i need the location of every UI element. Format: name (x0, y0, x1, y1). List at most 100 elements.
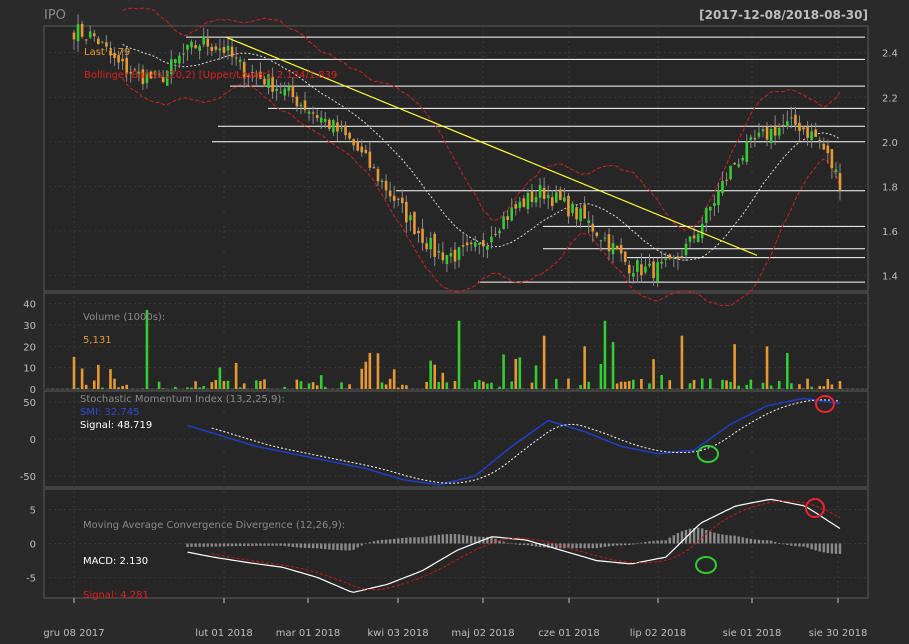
volume-bar (567, 378, 570, 389)
candle-body (287, 86, 291, 91)
macd-signal-value: Signal: 4.281 (83, 590, 149, 601)
macd-histogram-bar (790, 543, 793, 546)
volume-bar (640, 378, 643, 389)
volume-bar (283, 386, 287, 389)
candle-body (798, 122, 801, 132)
date-range: [2017-12-08/2018-08-30] (699, 8, 868, 22)
volume-bar (76, 388, 80, 389)
macd-histogram-bar (729, 535, 732, 544)
volume-bar (490, 382, 493, 389)
volume-bar (502, 354, 505, 389)
candle-body (84, 39, 88, 41)
candle-body (222, 47, 226, 53)
candle-body (627, 264, 631, 274)
candle-body (279, 91, 282, 93)
macd-histogram-bar (737, 536, 740, 544)
candle-body (826, 145, 830, 154)
smi-signal-value: Signal: 48.719 (80, 420, 152, 431)
candle-body (717, 190, 720, 206)
candle-body (567, 195, 570, 217)
candle-body (76, 24, 80, 42)
candle-body (461, 245, 465, 247)
volume-bar (554, 378, 558, 389)
candle-body (332, 120, 335, 133)
candle-body (769, 129, 773, 144)
y-tick-label: -50 (20, 472, 36, 483)
y-tick-label: 50 (23, 398, 36, 409)
candle-body (672, 257, 676, 259)
macd-histogram-bar (198, 543, 201, 547)
macd-histogram-bar (607, 543, 611, 547)
candle-body (88, 31, 92, 38)
macd-histogram-bar (745, 538, 748, 544)
y-tick-label: 1.4 (882, 271, 898, 282)
macd-histogram-bar (599, 543, 603, 548)
volume-bar (745, 384, 749, 389)
macd-histogram-bar (611, 543, 615, 546)
volume-bar (765, 346, 769, 389)
volume-bar (441, 372, 445, 389)
candle-body (684, 243, 688, 256)
volume-bar (477, 379, 481, 389)
candle-body (441, 252, 445, 261)
macd-histogram-bar (368, 542, 372, 544)
candle-body (709, 206, 712, 211)
macd-histogram-bar (571, 543, 574, 549)
macd-histogram-bar (348, 543, 351, 551)
macd-histogram-bar (251, 543, 254, 546)
macd-histogram-bar (190, 543, 193, 547)
x-tick-label: maj 02 2018 (451, 628, 514, 639)
candle-body (522, 198, 526, 207)
candle-body (550, 197, 554, 207)
macd-histogram-bar (364, 543, 368, 545)
volume-bar (238, 387, 242, 389)
candle-body (579, 208, 582, 222)
candle-body (786, 121, 789, 127)
candle-body (230, 46, 234, 57)
volume-bar (510, 381, 514, 389)
candle-body (453, 249, 457, 262)
candle-body (615, 245, 619, 250)
volume-bar (769, 385, 773, 389)
y-tick-label: 0 (30, 435, 36, 446)
macd-histogram-bar (761, 540, 765, 544)
volume-bar (542, 335, 546, 389)
macd-histogram-bar (575, 543, 578, 549)
candle-body (307, 111, 311, 114)
candle-body (830, 149, 834, 169)
candle-body (413, 211, 416, 234)
volume-bar (311, 382, 315, 389)
candle-body (838, 173, 842, 191)
candle-body (234, 57, 238, 59)
macd-histogram-bar (405, 537, 408, 544)
macd-histogram-bar (506, 542, 509, 544)
macd-histogram-bar (713, 532, 716, 544)
candle-body (640, 264, 643, 276)
macd-histogram-bar (275, 543, 278, 546)
symbol-title: IPO (44, 8, 66, 23)
macd-histogram-bar (429, 535, 432, 544)
y-tick-label: 1.6 (882, 227, 898, 238)
macd-histogram-bar (518, 543, 522, 545)
y-tick-label: 30 (23, 321, 36, 332)
candle-body (490, 236, 493, 243)
candle-body (336, 122, 339, 132)
volume-bar (400, 384, 404, 389)
macd-histogram-bar (534, 543, 538, 547)
volume-bar (392, 369, 396, 389)
macd-histogram-bar (315, 543, 319, 549)
macd-histogram-bar (664, 540, 667, 544)
candle-body (469, 242, 473, 245)
macd-histogram-bar (640, 542, 643, 544)
volume-bar (295, 379, 299, 389)
volume-bar (433, 364, 437, 389)
volume-value: 5,131 (83, 335, 112, 346)
volume-bar (619, 381, 623, 389)
candle-body (465, 242, 469, 246)
volume-bar (453, 381, 457, 389)
candle-body (810, 131, 813, 141)
volume-bar (429, 360, 432, 389)
volume-bar (838, 381, 842, 389)
candle-body (328, 119, 331, 129)
candle-body (591, 223, 595, 232)
